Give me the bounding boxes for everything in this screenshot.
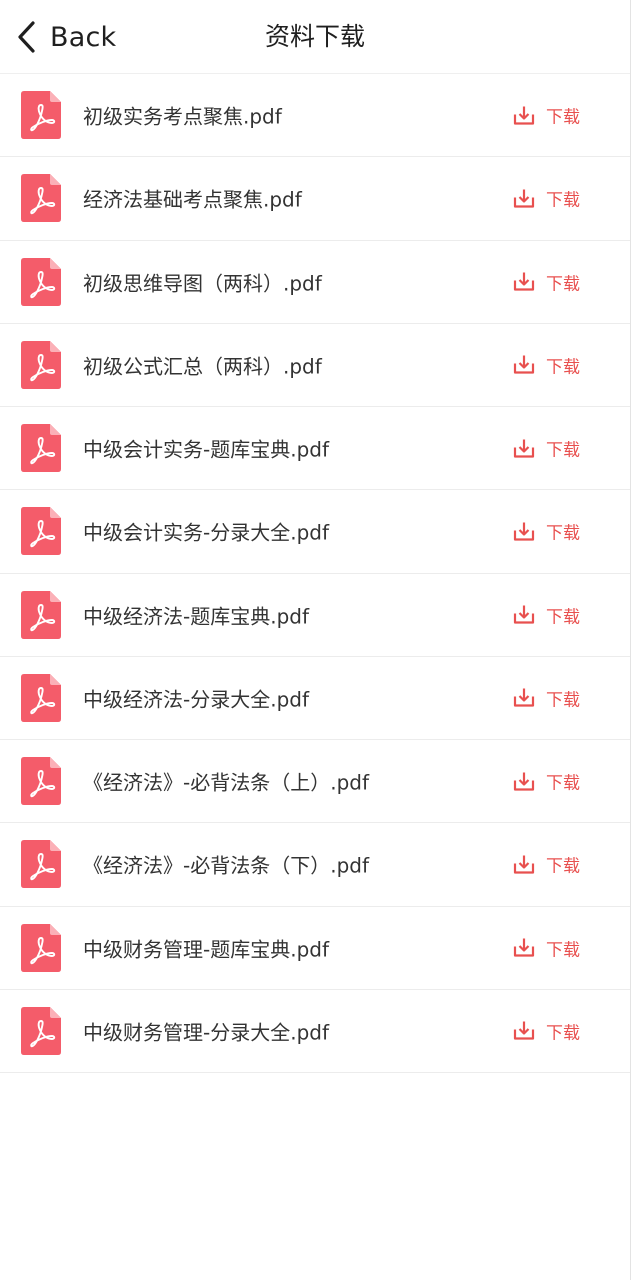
download-button[interactable]: 下载 xyxy=(513,935,580,960)
pdf-icon xyxy=(21,424,61,473)
download-label: 下载 xyxy=(546,856,580,877)
file-row[interactable]: 初级公式汇总（两科）.pdf 下载 xyxy=(0,324,630,407)
download-label: 下载 xyxy=(546,607,580,628)
download-label: 下载 xyxy=(546,274,580,295)
file-row[interactable]: 中级财务管理-题库宝典.pdf 下载 xyxy=(0,907,630,990)
file-name: 《经济法》-必背法条（下）.pdf xyxy=(83,853,370,878)
file-row[interactable]: 经济法基础考点聚焦.pdf 下载 xyxy=(0,157,630,241)
download-button[interactable]: 下载 xyxy=(513,852,580,877)
download-icon xyxy=(513,520,535,542)
file-name: 中级财务管理-题库宝典.pdf xyxy=(83,937,330,962)
file-row[interactable]: 初级思维导图（两科）.pdf 下载 xyxy=(0,241,630,324)
download-label: 下载 xyxy=(546,357,580,378)
pdf-icon xyxy=(21,757,61,806)
download-button[interactable]: 下载 xyxy=(513,269,580,294)
file-name: 中级经济法-分录大全.pdf xyxy=(83,687,310,712)
file-name: 初级实务考点聚焦.pdf xyxy=(83,104,282,129)
download-label: 下载 xyxy=(546,940,580,961)
download-label: 下载 xyxy=(546,1023,580,1044)
pdf-icon xyxy=(21,257,61,306)
download-button[interactable]: 下载 xyxy=(513,602,580,627)
file-row[interactable]: 中级经济法-分录大全.pdf 下载 xyxy=(0,657,630,740)
download-icon xyxy=(513,437,535,459)
file-name: 中级会计实务-题库宝典.pdf xyxy=(83,437,330,462)
download-label: 下载 xyxy=(546,190,580,211)
file-row[interactable]: 《经济法》-必背法条（下）.pdf 下载 xyxy=(0,823,630,907)
pdf-icon xyxy=(21,923,61,972)
pdf-icon xyxy=(21,91,61,140)
download-button[interactable]: 下载 xyxy=(513,1018,580,1043)
download-button[interactable]: 下载 xyxy=(513,186,580,211)
file-name: 初级思维导图（两科）.pdf xyxy=(83,271,322,296)
file-name: 中级财务管理-分录大全.pdf xyxy=(83,1020,330,1045)
file-name: 经济法基础考点聚焦.pdf xyxy=(83,187,302,212)
pdf-icon xyxy=(21,340,61,389)
navigation-bar: Back 资料下载 xyxy=(0,0,630,74)
pdf-icon xyxy=(21,1006,61,1055)
download-button[interactable]: 下载 xyxy=(513,352,580,377)
back-button[interactable]: Back xyxy=(12,14,116,60)
pdf-icon xyxy=(21,507,61,556)
file-row[interactable]: 中级会计实务-题库宝典.pdf 下载 xyxy=(0,407,630,491)
app-window: Back 资料下载 初级实务考点聚焦.pdf 下载 经济法基础考点聚焦.pdf … xyxy=(0,0,631,1280)
download-label: 下载 xyxy=(546,690,580,711)
file-name: 《经济法》-必背法条（上）.pdf xyxy=(83,770,370,795)
download-icon xyxy=(513,853,535,875)
download-button[interactable]: 下载 xyxy=(513,769,580,794)
download-label: 下载 xyxy=(546,523,580,544)
download-icon xyxy=(513,271,535,293)
download-button[interactable]: 下载 xyxy=(513,436,580,461)
file-row[interactable]: 中级财务管理-分录大全.pdf 下载 xyxy=(0,990,630,1073)
pdf-icon xyxy=(21,840,61,889)
pdf-icon xyxy=(21,590,61,639)
pdf-icon xyxy=(21,673,61,722)
file-name: 中级经济法-题库宝典.pdf xyxy=(83,604,310,629)
download-icon xyxy=(513,770,535,792)
download-icon xyxy=(513,1020,535,1042)
download-icon xyxy=(513,937,535,959)
download-button[interactable]: 下载 xyxy=(513,685,580,710)
file-row[interactable]: 中级会计实务-分录大全.pdf 下载 xyxy=(0,490,630,574)
download-icon xyxy=(513,354,535,376)
file-row[interactable]: 中级经济法-题库宝典.pdf 下载 xyxy=(0,574,630,657)
download-label: 下载 xyxy=(546,773,580,794)
file-row[interactable]: 初级实务考点聚焦.pdf 下载 xyxy=(0,74,630,158)
pdf-icon xyxy=(21,174,61,223)
download-icon xyxy=(513,604,535,626)
file-name: 初级公式汇总（两科）.pdf xyxy=(83,354,322,379)
download-label: 下载 xyxy=(546,440,580,461)
download-button[interactable]: 下载 xyxy=(513,519,580,544)
download-label: 下载 xyxy=(546,107,580,128)
back-label: Back xyxy=(50,21,117,53)
download-icon xyxy=(513,104,535,126)
download-button[interactable]: 下载 xyxy=(513,103,580,128)
download-icon xyxy=(513,687,535,709)
file-row[interactable]: 《经济法》-必背法条（上）.pdf 下载 xyxy=(0,740,630,824)
download-icon xyxy=(513,187,535,209)
file-list: 初级实务考点聚焦.pdf 下载 经济法基础考点聚焦.pdf 下载 初级思维导图（… xyxy=(0,74,630,1073)
chevron-left-icon xyxy=(12,17,40,57)
file-name: 中级会计实务-分录大全.pdf xyxy=(83,520,330,545)
